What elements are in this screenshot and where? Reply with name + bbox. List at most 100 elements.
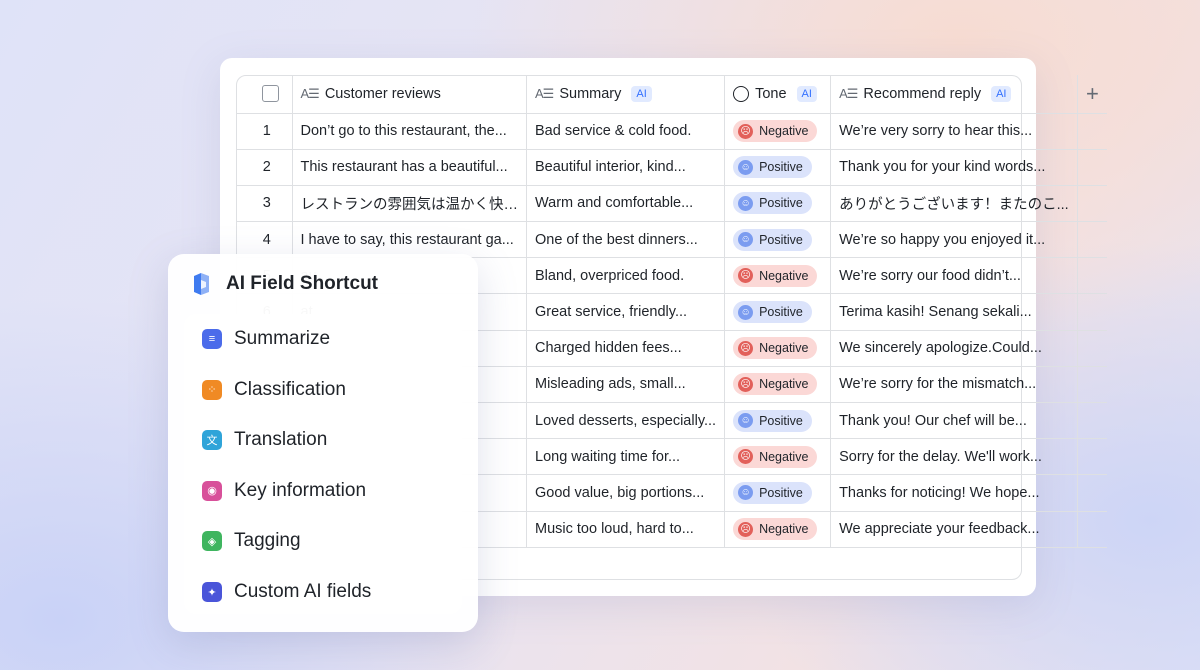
summary-cell[interactable]: Misleading ads, small... [526, 366, 726, 404]
reply-cell[interactable]: We’re sorry for the mismatch... [830, 366, 1078, 404]
empty-cell [1077, 330, 1108, 367]
menu-item-translation[interactable]: 文 Translation [202, 429, 327, 451]
smile-face-icon: ☺ [738, 413, 754, 429]
menu-item-label: Tagging [234, 530, 301, 552]
sad-face-icon: ☹ [738, 376, 754, 392]
row-number: 3 [236, 185, 293, 223]
menu-item-tagging[interactable]: ◈ Tagging [202, 530, 301, 552]
column-header-summary[interactable]: A☰ Summary AI [526, 75, 726, 114]
empty-cell [1077, 113, 1108, 150]
empty-cell [1077, 438, 1108, 476]
empty-cell [1077, 293, 1108, 331]
reply-cell[interactable]: Thank you! Our chef will be... [830, 402, 1078, 440]
tone-cell[interactable]: ☺ Positive [724, 402, 832, 440]
menu-item-custom-ai-fields[interactable]: ✦ Custom AI fields [202, 581, 371, 603]
column-header-tone[interactable]: Tone AI [724, 75, 832, 114]
column-header-recommend-reply[interactable]: A☰ Recommend reply AI [830, 75, 1078, 114]
tone-label: Positive [759, 413, 803, 428]
reply-cell[interactable]: Thanks for noticing! We hope... [830, 474, 1078, 512]
tone-cell[interactable]: ☺ Positive [724, 185, 832, 223]
reply-cell[interactable]: We sincerely apologize.Could... [830, 330, 1078, 367]
menu-item-summarize[interactable]: ≡ Summarize [202, 328, 330, 350]
reply-cell[interactable]: ありがとうございます！またのこ... [830, 185, 1078, 223]
translation-icon: 文 [202, 430, 222, 451]
column-header-customer-reviews[interactable]: A☰ Customer reviews [292, 75, 527, 114]
tone-label: Negative [759, 268, 809, 283]
empty-cell [1077, 402, 1108, 440]
reply-cell[interactable]: We appreciate your feedback... [830, 511, 1078, 548]
summary-cell[interactable]: Music too loud, hard to... [526, 511, 726, 548]
sad-face-icon: ☹ [738, 123, 754, 139]
tone-cell[interactable]: ☹ Negative [724, 257, 832, 295]
tone-badge: ☹ Negative [733, 337, 818, 360]
tagging-icon: ◈ [202, 531, 222, 552]
menu-item-label: Translation [234, 429, 328, 451]
summary-cell[interactable]: Beautiful interior, kind... [526, 149, 726, 186]
tone-badge: ☺ Positive [733, 192, 812, 215]
tone-badge: ☹ Negative [733, 120, 818, 143]
sad-face-icon: ☹ [738, 268, 754, 284]
tone-label: Positive [759, 305, 803, 320]
tone-cell[interactable]: ☹ Negative [724, 113, 832, 150]
tone-badge: ☺ Positive [733, 409, 812, 432]
menu-item-label: Key information [234, 479, 367, 501]
tone-cell[interactable]: ☺ Positive [724, 293, 832, 331]
tone-cell[interactable]: ☹ Negative [724, 330, 832, 367]
tone-cell[interactable]: ☹ Negative [724, 366, 832, 404]
tone-cell[interactable]: ☺ Positive [724, 474, 832, 512]
summary-cell[interactable]: One of the best dinners... [526, 221, 726, 259]
tone-label: Positive [759, 196, 803, 211]
smile-face-icon: ☺ [738, 485, 754, 501]
table-row[interactable]: 3 レストランの雰囲気は温かく快… Warm and comfortable... ☺… [236, 185, 1108, 223]
sad-face-icon: ☹ [738, 449, 754, 465]
sad-face-icon: ☹ [738, 340, 754, 356]
add-column-button[interactable]: + [1077, 75, 1108, 114]
reply-cell[interactable]: Sorry for the delay. We'll work... [830, 438, 1078, 476]
review-cell[interactable]: This restaurant has a beautiful... [292, 149, 527, 186]
row-number: 4 [236, 221, 293, 259]
reply-cell[interactable]: We’re very sorry to hear this... [830, 113, 1078, 150]
tone-label: Negative [759, 377, 809, 392]
summary-cell[interactable]: Loved desserts, especially... [526, 402, 726, 440]
reply-cell[interactable]: Terima kasih! Senang sekali... [830, 293, 1078, 331]
table-row[interactable]: 4I have to say, this restaurant ga... One… [236, 221, 1108, 259]
menu-item-classification[interactable]: ⁘ Classification [202, 379, 346, 401]
reply-cell[interactable]: Thank you for your kind words... [830, 149, 1078, 186]
smile-face-icon: ☺ [738, 195, 754, 211]
review-cell[interactable]: I have to say, this restaurant ga... [292, 221, 527, 259]
summary-cell[interactable]: Good value, big portions... [526, 474, 726, 512]
select-all-cell[interactable] [236, 75, 293, 114]
table-row[interactable]: 1 Don’t go to this restaurant, the... Bad … [236, 113, 1108, 150]
empty-cell [1077, 257, 1108, 295]
reply-cell[interactable]: We’re sorry our food didn’t... [830, 257, 1078, 295]
tone-label: Positive [759, 160, 803, 175]
summary-cell[interactable]: Great service, friendly... [526, 293, 726, 331]
table-row[interactable]: 2 This restaurant has a beautiful... Beaut… [236, 149, 1108, 186]
summary-cell[interactable]: Bad service & cold food. [526, 113, 726, 150]
review-cell[interactable]: Don’t go to this restaurant, the... [292, 113, 527, 150]
summary-cell[interactable]: Bland, overpriced food. [526, 257, 726, 295]
tone-cell[interactable]: ☹ Negative [724, 438, 832, 476]
ai-badge: AI [796, 85, 817, 102]
column-label: Recommend reply [863, 85, 982, 102]
smile-face-icon: ☺ [738, 232, 754, 248]
tone-badge: ☺ Positive [733, 156, 812, 179]
row-number: 2 [236, 149, 293, 186]
panel-title: AI Field Shortcut [226, 273, 378, 294]
review-cell[interactable]: レストランの雰囲気は温かく快… [292, 185, 527, 223]
summary-cell[interactable]: Long waiting time for... [526, 438, 726, 476]
select-all-checkbox[interactable] [262, 85, 279, 103]
menu-item-key-information[interactable]: ◉ Key information [202, 480, 366, 502]
tone-cell[interactable]: ☺ Positive [724, 149, 832, 186]
reply-cell[interactable]: We’re so happy you enjoyed it... [830, 221, 1078, 259]
tone-badge: ☺ Positive [733, 481, 812, 504]
text-field-icon: A☰ [300, 85, 320, 101]
tone-cell[interactable]: ☺ Positive [724, 221, 832, 259]
empty-cell [1077, 149, 1108, 186]
tone-badge: ☹ Negative [733, 445, 818, 468]
tone-badge: ☹ Negative [733, 373, 818, 396]
empty-cell [1077, 221, 1108, 259]
summary-cell[interactable]: Warm and comfortable... [526, 185, 726, 223]
summary-cell[interactable]: Charged hidden fees... [526, 330, 726, 367]
tone-cell[interactable]: ☹ Negative [724, 511, 832, 548]
